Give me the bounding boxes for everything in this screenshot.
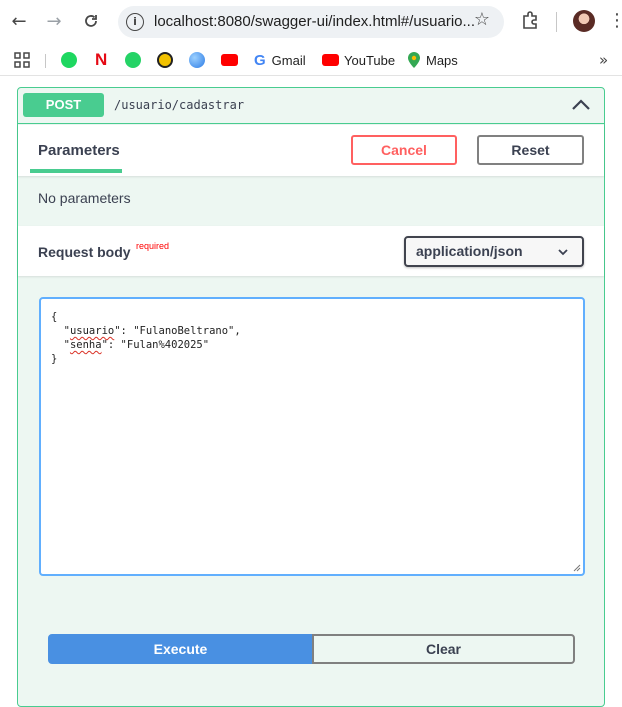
netflix-icon: N (95, 50, 108, 69)
browser-toolbar: ← → i localhost:8080/swagger-ui/index.ht… (0, 0, 622, 44)
reload-icon[interactable] (78, 8, 104, 34)
spotify-icon (61, 52, 77, 68)
cancel-button[interactable]: Cancel (351, 135, 457, 165)
bookmark-star-icon[interactable]: ☆ (474, 9, 490, 30)
globe-icon (189, 52, 205, 68)
bookmarks-bar: N G Gmail YouTube Maps » (0, 44, 622, 76)
json-value-usuario: FulanoBeltrano (139, 325, 229, 337)
bookmark-netflix[interactable]: N (95, 50, 108, 69)
content-type-select[interactable]: application/json (404, 236, 584, 267)
tab-parameters[interactable]: Parameters (38, 142, 120, 159)
bookmarks-separator (45, 54, 46, 68)
whatsapp-icon (125, 52, 141, 68)
bookmark-spotify[interactable] (61, 51, 77, 69)
google-icon: G (254, 51, 266, 69)
site-info-icon[interactable]: i (126, 13, 144, 31)
clear-button[interactable]: Clear (312, 634, 575, 664)
bookmark-youtube-label: YouTube (344, 52, 396, 68)
json-code[interactable]: { "usuario": "FulanoBeltrano", "senha": … (51, 310, 241, 366)
operation-summary[interactable]: POST /usuario/cadastrar (18, 88, 604, 124)
parameters-header: Parameters Cancel Reset (18, 125, 604, 176)
chevron-down-icon (558, 249, 568, 256)
address-bar[interactable]: i localhost:8080/swagger-ui/index.html#/… (118, 6, 504, 38)
operation-path: /usuario/cadastrar (114, 98, 245, 112)
bookmark-bee[interactable] (157, 51, 173, 69)
forward-arrow-icon[interactable]: → (41, 8, 67, 34)
content-type-value: application/json (416, 243, 523, 259)
request-body-editor[interactable]: { "usuario": "FulanoBeltrano", "senha": … (39, 297, 585, 576)
bee-icon (157, 52, 173, 68)
json-open-brace: { (51, 311, 58, 323)
bookmark-maps-label: Maps (426, 52, 458, 68)
json-value-senha: Fulan%402025 (126, 339, 203, 351)
apps-grid-icon[interactable] (14, 51, 30, 69)
bookmark-gmail[interactable]: G Gmail (254, 51, 306, 69)
youtube-icon (322, 54, 339, 66)
browser-menu-icon[interactable]: ⋮ (608, 10, 622, 32)
bookmark-globe[interactable] (189, 51, 205, 69)
extensions-puzzle-icon[interactable] (520, 10, 540, 30)
json-close-brace: } (51, 353, 58, 365)
bookmark-whatsapp[interactable] (125, 51, 141, 69)
resize-handle-icon[interactable] (573, 564, 581, 572)
url-text[interactable]: localhost:8080/swagger-ui/index.html#/us… (154, 13, 475, 30)
back-arrow-icon[interactable]: ← (6, 8, 32, 34)
toolbar-divider (556, 12, 557, 32)
json-key-usuario: usuario (69, 325, 115, 337)
chevron-up-icon[interactable] (570, 94, 592, 116)
reset-button[interactable]: Reset (477, 135, 584, 165)
bookmark-youtube-1[interactable] (221, 51, 238, 69)
execute-button[interactable]: Execute (48, 634, 313, 664)
tab-underline (30, 169, 122, 173)
bookmark-gmail-label: Gmail (271, 52, 306, 68)
required-marker: required (136, 241, 170, 251)
operation-block: POST /usuario/cadastrar Parameters Cance… (17, 87, 605, 707)
more-bookmarks-chevron-icon[interactable]: » (599, 51, 608, 69)
maps-pin-icon (408, 52, 420, 68)
request-body-title: Request body (38, 244, 131, 260)
bookmark-youtube-2[interactable]: YouTube (322, 51, 395, 69)
no-parameters-text: No parameters (38, 190, 131, 206)
json-key-senha: senha (69, 339, 102, 351)
profile-avatar[interactable] (573, 10, 595, 32)
method-badge: POST (23, 93, 104, 117)
bookmark-maps[interactable]: Maps (408, 51, 458, 69)
youtube-icon (221, 54, 238, 66)
request-body-header: Request body required application/json (18, 226, 604, 276)
